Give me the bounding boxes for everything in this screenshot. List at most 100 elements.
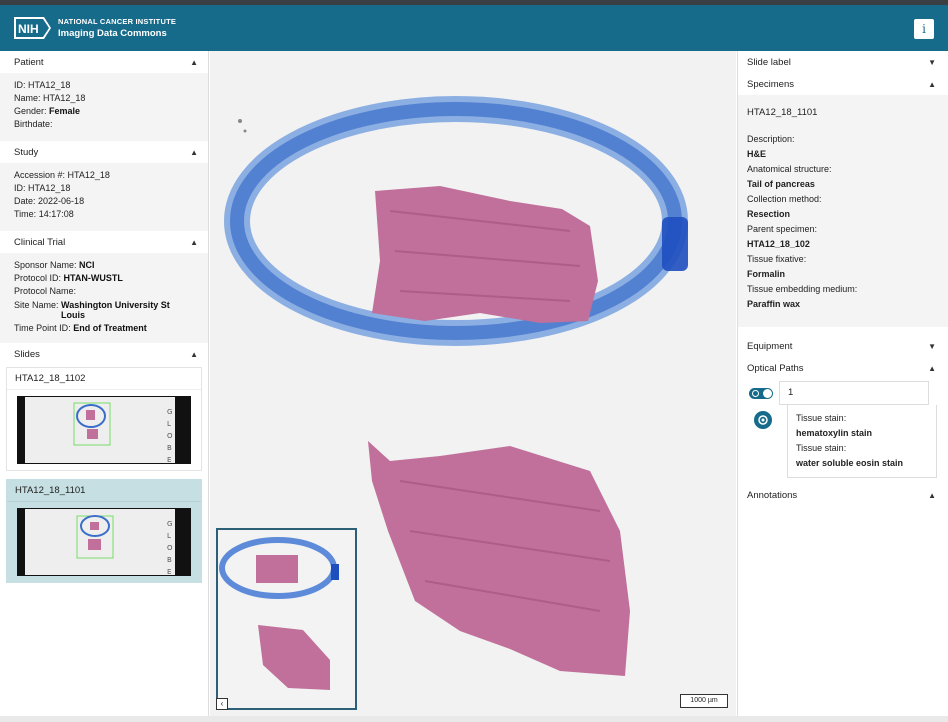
visibility-toggle[interactable] xyxy=(749,387,773,399)
stain-label: Tissue stain: xyxy=(796,443,847,453)
chevron-down-icon: ▼ xyxy=(928,341,936,351)
embedding-medium-label: Tissue embedding medium: xyxy=(747,284,858,294)
bottom-stripe xyxy=(0,716,948,722)
slide-viewer[interactable]: ‹ 1000 µm xyxy=(210,51,736,716)
specimens-section-header[interactable]: Specimens ▲ xyxy=(738,73,948,95)
slide-thumbnail: G L O B E xyxy=(7,390,201,470)
collection-method-label: Collection method: xyxy=(747,194,822,204)
sponsor-name-row: Sponsor Name: NCI xyxy=(14,260,95,270)
tissue-fixative-value: Formalin xyxy=(747,269,786,279)
overview-map[interactable] xyxy=(216,528,357,710)
parent-specimen-label: Parent specimen: xyxy=(747,224,818,234)
slim-viewer-app: NIH NATIONAL CANCER INSTITUTE Imaging Da… xyxy=(0,0,948,722)
study-date-row: Date: 2022-06-18 xyxy=(14,196,85,206)
slide-label-section-title: Slide label xyxy=(747,56,791,68)
chevron-up-icon: ▲ xyxy=(928,363,936,373)
patient-section-title: Patient xyxy=(14,56,44,68)
left-sidebar: Patient ▲ ID: HTA12_18 Name: HTA12_18 Ge… xyxy=(0,51,209,716)
tissue-fixative-label: Tissue fixative: xyxy=(747,254,807,264)
anatomical-structure-label: Anatomical structure: xyxy=(747,164,832,174)
toggle-knob xyxy=(763,388,772,398)
annotations-section-header[interactable]: Annotations ▲ xyxy=(738,484,948,506)
nih-wordmark: NATIONAL CANCER INSTITUTE Imaging Data C… xyxy=(58,17,176,39)
optical-path-details: Tissue stain: hematoxylin stain Tissue s… xyxy=(738,405,948,478)
stain-list: Tissue stain: hematoxylin stain Tissue s… xyxy=(787,405,937,478)
product-name: Imaging Data Commons xyxy=(58,28,167,39)
svg-text:L: L xyxy=(167,532,171,540)
specimen-details: HTA12_18_1101 Description: H&E Anatomica… xyxy=(738,95,948,327)
settings-button[interactable] xyxy=(754,411,772,429)
overview-toggle-button[interactable]: ‹ xyxy=(216,698,228,710)
specimens-section-title: Specimens xyxy=(747,78,794,90)
svg-text:L: L xyxy=(167,420,171,428)
chevron-up-icon: ▲ xyxy=(190,57,198,67)
protocol-id-row: Protocol ID: HTAN-WUSTL xyxy=(14,273,123,283)
time-point-row: Time Point ID: End of Treatment xyxy=(14,323,147,333)
optical-path-row: 1 xyxy=(738,381,948,405)
svg-text:G: G xyxy=(167,520,172,528)
parent-specimen-value: HTA12_18_102 xyxy=(747,239,810,249)
clinical-trial-details: Sponsor Name: NCI Protocol ID: HTAN-WUST… xyxy=(0,253,208,343)
nih-logo-text: NIH xyxy=(18,22,39,36)
gear-icon xyxy=(758,415,768,425)
slides-section-header[interactable]: Slides ▲ xyxy=(0,343,208,365)
specimen-id: HTA12_18_1101 xyxy=(747,107,818,118)
svg-text:G: G xyxy=(167,408,172,416)
chevron-up-icon: ▲ xyxy=(190,237,198,247)
org-name: NATIONAL CANCER INSTITUTE xyxy=(58,17,177,26)
slide-label: HTA12_18_1102 xyxy=(7,368,201,390)
patient-section-header[interactable]: Patient ▲ xyxy=(0,51,208,73)
svg-text:E: E xyxy=(167,456,171,464)
description-label: Description: xyxy=(747,134,795,144)
slides-section-title: Slides xyxy=(14,348,40,360)
svg-text:O: O xyxy=(167,544,173,552)
slide-label-section-header[interactable]: Slide label ▼ xyxy=(738,51,948,73)
equipment-section-title: Equipment xyxy=(747,340,793,352)
info-button[interactable]: i xyxy=(914,19,934,39)
slide-thumbnail-image: G L O B E xyxy=(17,396,191,464)
clinical-trial-section-header[interactable]: Clinical Trial ▲ xyxy=(0,231,208,253)
embedding-medium-value: Paraffin wax xyxy=(747,299,801,309)
svg-text:B: B xyxy=(167,444,172,452)
chevron-up-icon: ▲ xyxy=(190,147,198,157)
patient-name-row: Name: HTA12_18 xyxy=(14,93,86,103)
slide-thumbnail-image: G L O B E xyxy=(17,508,191,576)
anatomical-structure-value: Tail of pancreas xyxy=(747,179,815,189)
chevron-down-icon: ▼ xyxy=(928,57,936,67)
svg-text:O: O xyxy=(167,432,173,440)
chevron-up-icon: ▲ xyxy=(190,349,198,359)
optical-paths-section-title: Optical Paths xyxy=(747,362,804,374)
chevron-up-icon: ▲ xyxy=(928,490,936,500)
app-header: NIH NATIONAL CANCER INSTITUTE Imaging Da… xyxy=(0,5,948,51)
annotations-section-title: Annotations xyxy=(747,489,798,501)
nih-logo[interactable]: NIH NATIONAL CANCER INSTITUTE Imaging Da… xyxy=(14,15,176,41)
study-section-title: Study xyxy=(14,146,39,158)
optical-path-id[interactable]: 1 xyxy=(779,381,929,405)
patient-birthdate-row: Birthdate: xyxy=(14,119,53,129)
clinical-trial-section-title: Clinical Trial xyxy=(14,236,66,248)
study-time-row: Time: 14:17:08 xyxy=(14,209,74,219)
slide-item-1101[interactable]: HTA12_18_1101 G L O B E xyxy=(6,479,202,583)
optical-paths-section-header[interactable]: Optical Paths ▲ xyxy=(738,357,948,379)
protocol-name-row: Protocol Name: xyxy=(14,286,77,296)
stain-label: Tissue stain: xyxy=(796,413,847,423)
equipment-section-header[interactable]: Equipment ▼ xyxy=(738,335,948,357)
slide-thumbnail: G L O B E xyxy=(7,502,201,582)
nih-badge-icon: NIH xyxy=(14,15,52,41)
study-details: Accession #: HTA12_18 ID: HTA12_18 Date:… xyxy=(0,163,208,231)
stain-value: hematoxylin stain xyxy=(796,428,873,438)
overview-image xyxy=(218,530,355,708)
patient-gender-row: Gender: Female xyxy=(14,106,81,116)
slide-label: HTA12_18_1101 xyxy=(7,480,201,502)
slide-item-1102[interactable]: HTA12_18_1102 G L O B E xyxy=(6,367,202,471)
site-name-row: Site Name: Washington University St Loui… xyxy=(14,300,170,320)
stain-value: water soluble eosin stain xyxy=(796,458,904,468)
scale-bar: 1000 µm xyxy=(680,694,728,708)
study-section-header[interactable]: Study ▲ xyxy=(0,141,208,163)
patient-details: ID: HTA12_18 Name: HTA12_18 Gender: Fema… xyxy=(0,73,208,141)
eye-icon xyxy=(752,389,759,397)
right-sidebar: Slide label ▼ Specimens ▲ HTA12_18_1101 … xyxy=(737,51,948,716)
patient-id-row: ID: HTA12_18 xyxy=(14,80,71,90)
svg-text:E: E xyxy=(167,568,171,576)
